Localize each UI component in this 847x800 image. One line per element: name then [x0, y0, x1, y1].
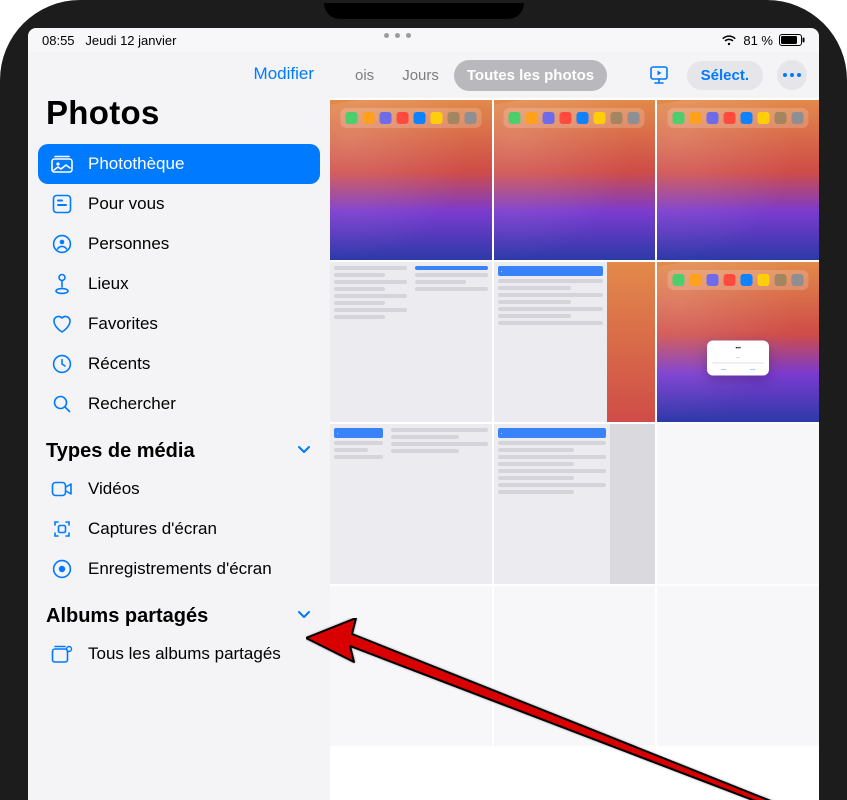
library-icon — [50, 155, 74, 173]
search-icon — [50, 394, 74, 414]
photo-grid[interactable]: . •••——— . . — [330, 98, 819, 800]
segment-days[interactable]: Jours — [389, 60, 452, 91]
more-button[interactable] — [777, 60, 807, 90]
video-icon — [50, 481, 74, 497]
places-icon — [50, 273, 74, 295]
photo-thumbnail[interactable] — [330, 586, 492, 746]
sidebar-item-places[interactable]: Lieux — [38, 264, 320, 304]
section-title: Albums partagés — [46, 605, 208, 628]
heart-icon — [50, 314, 74, 334]
status-time: 08:55 — [42, 33, 75, 48]
sidebar-item-people[interactable]: Personnes — [38, 224, 320, 264]
select-button[interactable]: Sélect. — [687, 61, 763, 90]
sidebar-item-library[interactable]: Photothèque — [38, 144, 320, 184]
photo-thumbnail[interactable] — [657, 586, 819, 746]
sidebar-item-favorites[interactable]: Favorites — [38, 304, 320, 344]
sidebar-item-label: Vidéos — [88, 479, 140, 499]
sidebar-item-label: Récents — [88, 354, 150, 374]
chevron-down-icon — [296, 605, 312, 628]
segment-months[interactable]: ois — [342, 60, 387, 91]
sidebar-item-label: Captures d'écran — [88, 519, 217, 539]
for-you-icon — [50, 194, 74, 214]
sidebar-item-label: Favorites — [88, 314, 158, 334]
record-icon — [50, 559, 74, 579]
sidebar-item-for-you[interactable]: Pour vous — [38, 184, 320, 224]
sidebar-item-label: Tous les albums partagés — [88, 644, 281, 664]
view-segmented-control: ois Jours Toutes les photos — [342, 60, 607, 91]
wifi-icon — [721, 34, 737, 46]
slideshow-button[interactable] — [645, 61, 673, 89]
photo-thumbnail[interactable]: . — [330, 424, 492, 584]
sidebar: Modifier Photos Photothèque Pour vous — [28, 52, 330, 800]
segment-all-photos[interactable]: Toutes les photos — [454, 60, 607, 91]
status-date: Jeudi 12 janvier — [85, 33, 176, 48]
section-media-types[interactable]: Types de média — [38, 424, 320, 469]
chevron-down-icon — [296, 440, 312, 463]
photo-thumbnail[interactable]: . — [494, 424, 656, 584]
sidebar-item-search[interactable]: Rechercher — [38, 384, 320, 424]
multitasking-dots[interactable] — [384, 33, 411, 38]
sidebar-item-all-shared-albums[interactable]: Tous les albums partagés — [38, 634, 320, 674]
sidebar-item-recents[interactable]: Récents — [38, 344, 320, 384]
photo-thumbnail[interactable] — [657, 424, 819, 584]
edit-button[interactable]: Modifier — [254, 64, 314, 84]
sidebar-item-label: Enregistrements d'écran — [88, 559, 272, 579]
battery-percent: 81 % — [743, 33, 773, 48]
photo-thumbnail[interactable] — [494, 586, 656, 746]
sidebar-item-screenshots[interactable]: Captures d'écran — [38, 509, 320, 549]
clock-icon — [50, 354, 74, 374]
battery-icon — [779, 34, 805, 46]
sidebar-item-label: Lieux — [88, 274, 129, 294]
photo-thumbnail[interactable] — [330, 262, 492, 422]
photo-thumbnail[interactable]: . — [494, 262, 656, 422]
section-shared-albums[interactable]: Albums partagés — [38, 589, 320, 634]
sidebar-item-label: Rechercher — [88, 394, 176, 414]
sidebar-title: Photos — [38, 90, 320, 144]
sidebar-item-videos[interactable]: Vidéos — [38, 469, 320, 509]
status-bar: 08:55 Jeudi 12 janvier 81 % — [28, 28, 819, 52]
photo-thumbnail[interactable]: •••——— — [657, 262, 819, 422]
screenshot-icon — [50, 519, 74, 539]
main-toolbar: ois Jours Toutes les photos Sélect. — [330, 52, 819, 98]
section-title: Types de média — [46, 440, 195, 463]
main-content: ois Jours Toutes les photos Sélect. — [330, 52, 819, 800]
sidebar-item-screen-recordings[interactable]: Enregistrements d'écran — [38, 549, 320, 589]
sidebar-item-label: Personnes — [88, 234, 169, 254]
shared-album-icon — [50, 644, 74, 664]
photo-thumbnail[interactable] — [657, 100, 819, 260]
people-icon — [50, 234, 74, 254]
sidebar-item-label: Photothèque — [88, 154, 184, 174]
photo-thumbnail[interactable] — [494, 100, 656, 260]
sidebar-item-label: Pour vous — [88, 194, 165, 214]
photo-thumbnail[interactable] — [330, 100, 492, 260]
